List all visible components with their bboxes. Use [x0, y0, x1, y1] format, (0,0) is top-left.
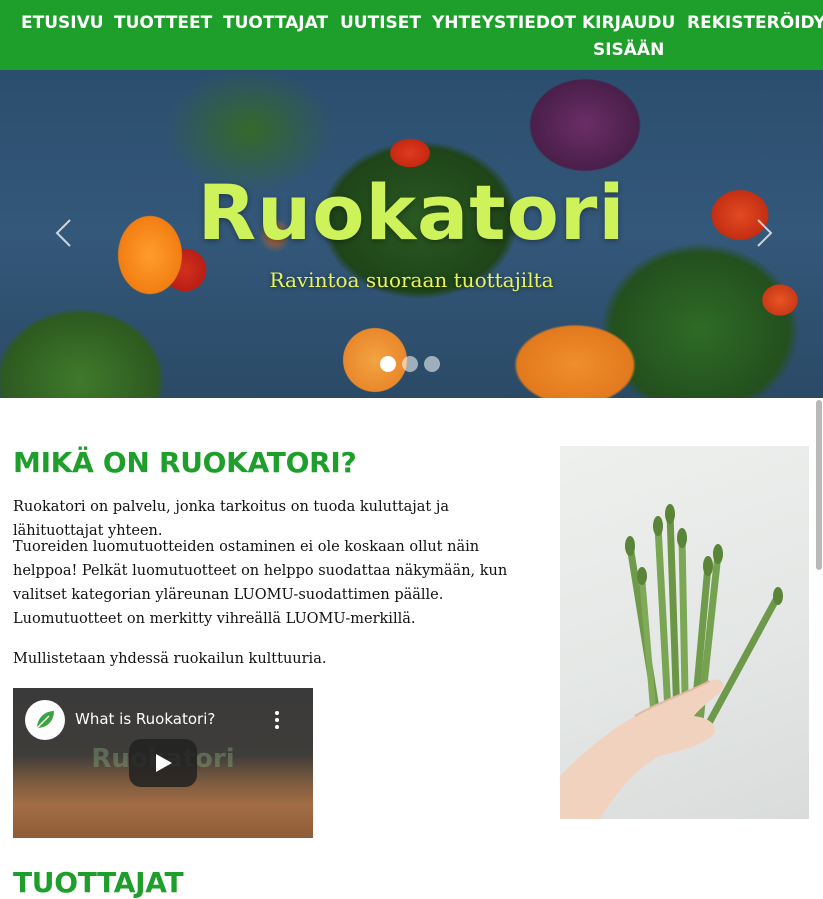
more-vertical-icon[interactable]: [271, 710, 283, 730]
hero-subtitle: Ravintoa suoraan tuottajilta: [269, 268, 554, 292]
nav-item-kirjaudu-sisaan[interactable]: KIRJAUDU SISÄÄN: [582, 10, 675, 64]
about-paragraph-2: Tuoreiden luomutuotteiden ostaminen ei o…: [13, 539, 508, 627]
video-player[interactable]: Ruokatori What is Ruokatori?: [13, 688, 313, 838]
video-title[interactable]: What is Ruokatori?: [75, 710, 215, 728]
nav-item-rekisteroidy[interactable]: REKISTERÖIDY: [687, 10, 823, 37]
nav-item-kirjaudu-line1: KIRJAUDU: [582, 13, 676, 33]
nav-item-uutiset[interactable]: UUTISET: [340, 10, 421, 37]
carousel-dot-2[interactable]: [402, 356, 418, 372]
nav-item-tuottajat[interactable]: TUOTTAJAT: [223, 10, 328, 37]
about-heading: MIKÄ ON RUOKATORI?: [13, 446, 357, 479]
nav-item-tuotteet[interactable]: TUOTTEET: [114, 10, 212, 37]
scrollbar-thumb[interactable]: [816, 400, 822, 570]
leaf-icon[interactable]: [25, 700, 65, 740]
asparagus-photo: [560, 446, 809, 819]
nav-item-etusivu[interactable]: ETUSIVU: [21, 10, 104, 37]
carousel-dot-1[interactable]: [380, 356, 396, 372]
main-navigation: ETUSIVU TUOTTEET TUOTTAJAT UUTISET YHTEY…: [0, 0, 823, 70]
play-icon[interactable]: [129, 739, 197, 787]
nav-item-yhteystiedot[interactable]: YHTEYSTIEDOT: [432, 10, 576, 37]
chevron-right-icon[interactable]: [752, 218, 776, 248]
producers-heading: TUOTTAJAT: [13, 866, 184, 899]
chevron-left-icon[interactable]: [52, 218, 76, 248]
hero-title: Ruokatori: [197, 168, 626, 257]
hero-carousel: Ruokatori Ravintoa suoraan tuottajilta: [0, 70, 823, 398]
carousel-dot-3[interactable]: [424, 356, 440, 372]
page-scrollbar[interactable]: [815, 0, 823, 899]
nav-item-kirjaudu-line2: SISÄÄN: [592, 40, 665, 60]
about-paragraph-3: Mullistetaan yhdessä ruokailun kulttuuri…: [13, 651, 327, 667]
